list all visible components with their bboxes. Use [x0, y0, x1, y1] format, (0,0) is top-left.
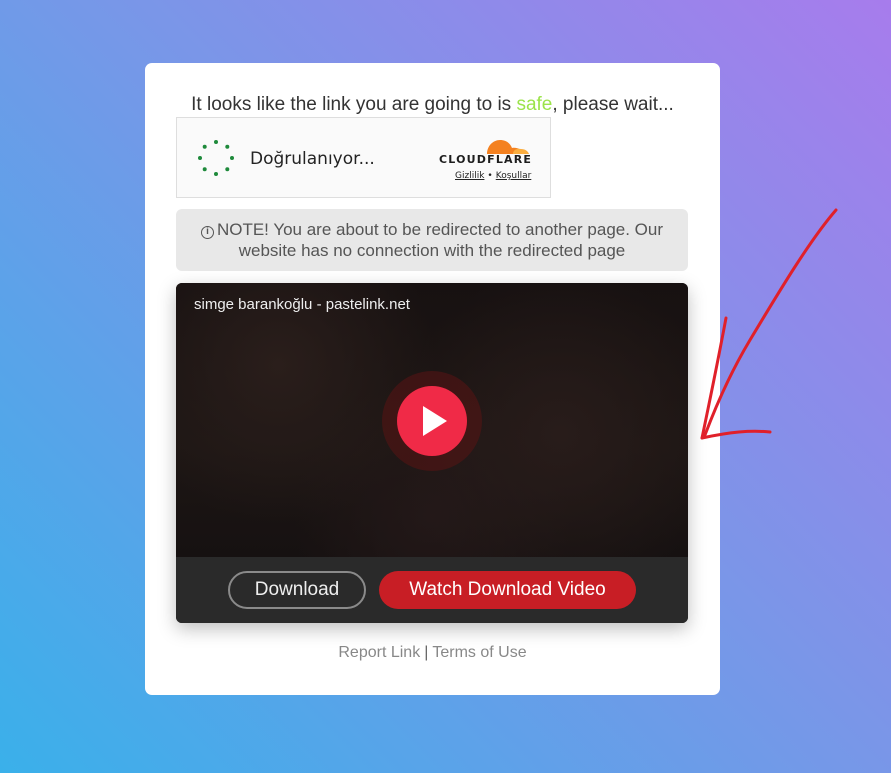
video-title: simge barankoğlu - pastelink.net [194, 296, 410, 313]
video-player[interactable]: simge barankoğlu - pastelink.net Downloa… [176, 283, 688, 623]
report-link[interactable]: Report Link [338, 644, 420, 661]
cloudflare-wordmark: CLOUDFLARE [439, 153, 533, 166]
page-headline: It looks like the link you are going to … [145, 94, 720, 116]
redirect-card: It looks like the link you are going to … [145, 63, 720, 695]
note-text: NOTE! You are about to be redirected to … [216, 220, 664, 260]
headline-prefix: It looks like the link you are going to … [191, 94, 517, 115]
player-controls: Download Watch Download Video [176, 557, 688, 623]
footer-separator: | [424, 644, 429, 661]
captcha-status: Doğrulanıyor... [250, 149, 375, 169]
cloudflare-captcha-widget[interactable]: Doğrulanıyor... CLOUDFLARE Gizlilik • Koşu… [176, 117, 551, 198]
headline-suffix: , please wait... [552, 94, 674, 115]
play-icon [423, 406, 447, 436]
safe-label: safe [516, 94, 553, 115]
loading-spinner-icon [198, 140, 234, 176]
watch-download-video-button[interactable]: Watch Download Video [379, 571, 636, 609]
privacy-link[interactable]: Gizlilik [455, 171, 484, 181]
link-separator: • [487, 171, 493, 181]
terms-link[interactable]: Koşullar [496, 171, 532, 181]
red-arrow-annotation [700, 208, 838, 440]
download-button[interactable]: Download [228, 571, 366, 609]
footer-links: Report Link | Terms of Use [145, 644, 720, 662]
captcha-links: Gizlilik • Koşullar [455, 171, 531, 181]
info-icon: i [200, 226, 214, 239]
play-button[interactable] [397, 386, 467, 456]
terms-of-use-link[interactable]: Terms of Use [432, 644, 526, 661]
redirect-note: i NOTE! You are about to be redirected to… [176, 209, 688, 271]
